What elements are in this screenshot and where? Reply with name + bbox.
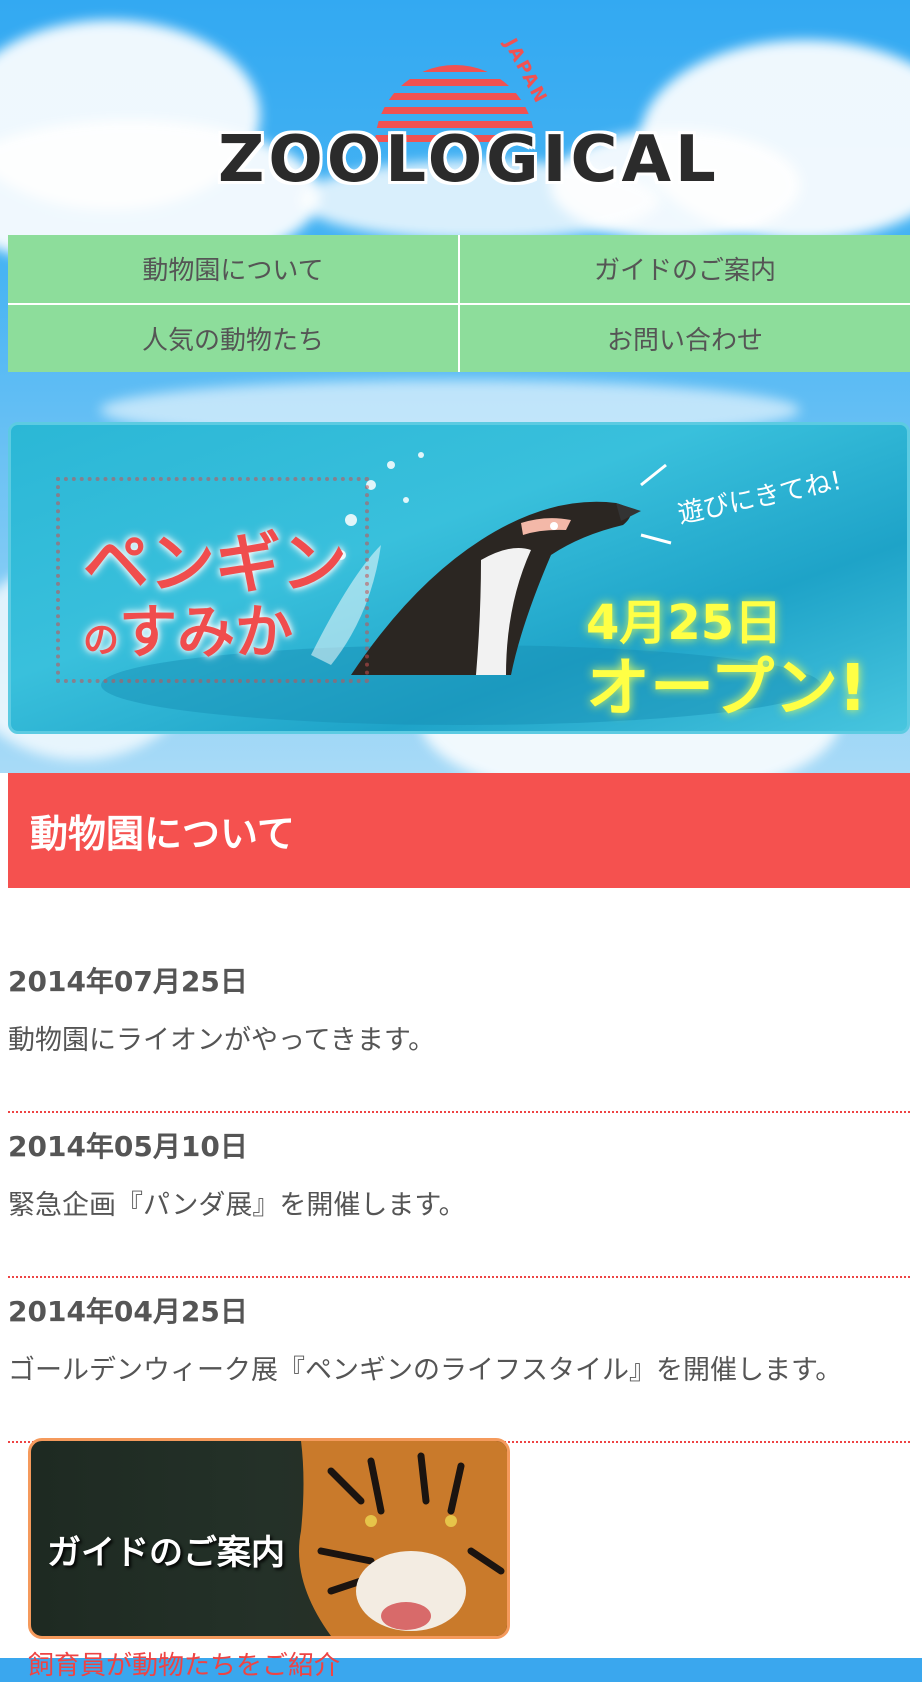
- news-text: ゴールデンウィーク展『ペンギンのライフスタイル』を開催します。: [8, 1355, 843, 1386]
- banner-title-particle: の: [83, 620, 120, 661]
- news-text: 緊急企画『パンダ展』を開催します。: [8, 1190, 466, 1221]
- main-nav: 動物園について ガイドのご案内 人気の動物たち お問い合わせ: [8, 235, 910, 372]
- section-title: 動物園について: [30, 812, 295, 856]
- section-header: 動物園について: [8, 773, 910, 888]
- guide-banner-label: ガイドのご案内: [47, 1533, 285, 1573]
- banner-title-line2: のすみか: [83, 585, 293, 669]
- nav-item-about[interactable]: 動物園について: [8, 235, 458, 303]
- news-text: 動物園にライオンがやってきます。: [8, 1025, 436, 1056]
- news-date: 2014年07月25日: [8, 965, 248, 998]
- nav-item-popular-animals[interactable]: 人気の動物たち: [8, 304, 458, 372]
- news-date: 2014年05月10日: [8, 1130, 248, 1163]
- site-logo[interactable]: JAPAN ZOOLOGICAL: [0, 25, 922, 197]
- news-item[interactable]: 2014年07月25日 動物園にライオンがやってきます。: [8, 948, 910, 1113]
- guide-link[interactable]: 飼育員が動物たちをご紹介: [28, 1645, 340, 1682]
- banner-title-word: すみか: [119, 598, 294, 666]
- news-item[interactable]: 2014年05月10日 緊急企画『パンダ展』を開催します。: [8, 1113, 910, 1278]
- right-edge-strip: [910, 0, 922, 1658]
- main-content: 動物園について 2014年07月25日 動物園にライオンがやってきます。 201…: [0, 773, 910, 1681]
- banner-open-text: オープン!: [586, 652, 868, 726]
- guide-banner[interactable]: ガイドのご案内: [28, 1438, 510, 1639]
- news-item[interactable]: 2014年04月25日 ゴールデンウィーク展『ペンギンのライフスタイル』を開催し…: [8, 1278, 910, 1443]
- nav-item-contact[interactable]: お問い合わせ: [460, 304, 910, 372]
- nav-item-guide[interactable]: ガイドのご案内: [460, 235, 910, 303]
- penguin-banner[interactable]: ペンギン のすみか 遊びにきてね! 4月25日 オープン!: [8, 422, 910, 734]
- news-list: 2014年07月25日 動物園にライオンがやってきます。 2014年05月10日…: [8, 948, 910, 1443]
- news-date: 2014年04月25日: [8, 1295, 248, 1328]
- logo-text: ZOOLOGICAL: [218, 123, 720, 197]
